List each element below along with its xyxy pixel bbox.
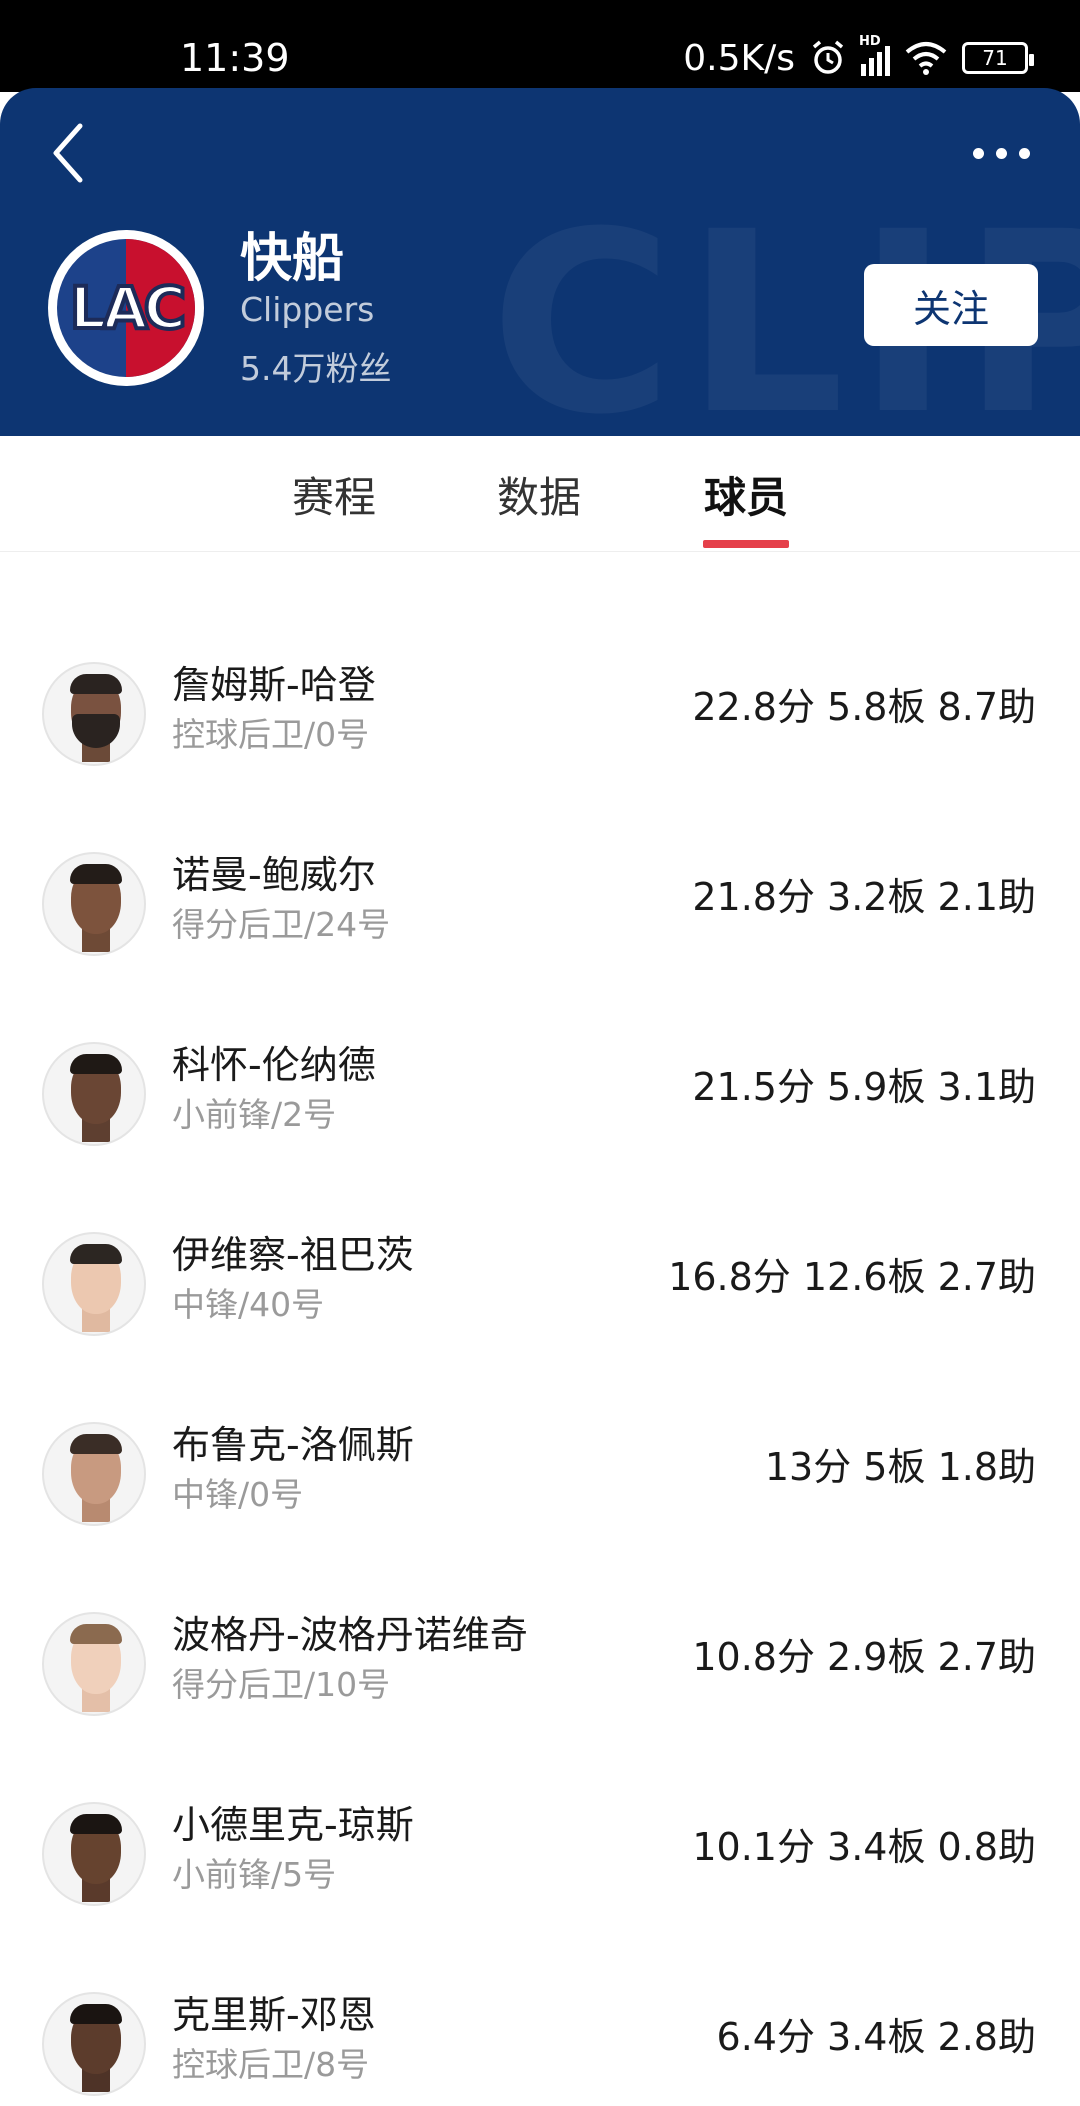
player-name: 科怀-伦纳德 xyxy=(172,1043,376,1087)
player-position: 控球后卫/0号 xyxy=(172,715,370,754)
player-stats: 10.1分 3.4板 0.8助 xyxy=(692,1825,1036,1869)
back-icon[interactable] xyxy=(46,118,102,188)
player-row[interactable]: 布鲁克-洛佩斯 中锋/0号 13分 5板 1.8助 xyxy=(0,1398,1080,1588)
status-bar: 11:39 0.5K/s HD 71 xyxy=(0,0,1080,92)
active-tab-indicator xyxy=(703,540,789,548)
player-avatar xyxy=(42,1422,146,1526)
player-row[interactable]: 科怀-伦纳德 小前锋/2号 21.5分 5.9板 3.1助 xyxy=(0,1018,1080,1208)
more-options-icon[interactable] xyxy=(973,148,1030,168)
status-time: 11:39 xyxy=(180,36,290,80)
player-position: 中锋/0号 xyxy=(172,1475,304,1514)
status-icons: 0.5K/s HD 71 xyxy=(683,34,1034,80)
player-avatar xyxy=(42,1802,146,1906)
signal-indicator: HD xyxy=(859,34,890,76)
player-row[interactable]: 波格丹-波格丹诺维奇 得分后卫/10号 10.8分 2.9板 2.7助 xyxy=(0,1588,1080,1778)
player-position: 控球后卫/8号 xyxy=(172,2045,370,2084)
player-position: 小前锋/2号 xyxy=(172,1095,337,1134)
player-position: 得分后卫/10号 xyxy=(172,1665,391,1704)
network-type-label: HD xyxy=(859,34,881,49)
player-row[interactable]: 伊维察-祖巴茨 中锋/40号 16.8分 12.6板 2.7助 xyxy=(0,1208,1080,1398)
team-name: 快船 xyxy=(240,229,345,289)
player-name: 波格丹-波格丹诺维奇 xyxy=(172,1613,528,1657)
tab-schedule[interactable]: 赛程 xyxy=(292,464,376,525)
tab-stats[interactable]: 数据 xyxy=(497,464,581,525)
alarm-icon xyxy=(812,40,844,74)
player-name: 小德里克-琼斯 xyxy=(172,1803,414,1847)
player-row[interactable]: 诺曼-鲍威尔 得分后卫/24号 21.8分 3.2板 2.1助 xyxy=(0,828,1080,1018)
player-name: 克里斯-邓恩 xyxy=(172,1993,376,2037)
player-stats: 22.8分 5.8板 8.7助 xyxy=(692,685,1036,729)
player-avatar xyxy=(42,1612,146,1716)
player-stats: 6.4分 3.4板 2.8助 xyxy=(716,2015,1036,2059)
network-speed: 0.5K/s xyxy=(683,37,795,79)
tab-bar: 赛程 数据 球员 xyxy=(0,436,1080,552)
fans-count: 5.4万粉丝 xyxy=(240,349,392,388)
player-avatar xyxy=(42,1232,146,1336)
player-row[interactable]: 小德里克-琼斯 小前锋/5号 10.1分 3.4板 0.8助 xyxy=(0,1778,1080,1968)
player-name: 伊维察-祖巴茨 xyxy=(172,1233,414,1277)
player-position: 得分后卫/24号 xyxy=(172,905,391,944)
battery-indicator: 71 xyxy=(962,42,1034,74)
player-stats: 21.8分 3.2板 2.1助 xyxy=(692,875,1036,919)
player-stats: 16.8分 12.6板 2.7助 xyxy=(668,1255,1036,1299)
player-avatar xyxy=(42,1042,146,1146)
player-stats: 10.8分 2.9板 2.7助 xyxy=(692,1635,1036,1679)
team-logo: LAC xyxy=(48,230,204,386)
player-name: 诺曼-鲍威尔 xyxy=(172,853,376,897)
player-stats: 21.5分 5.9板 3.1助 xyxy=(692,1065,1036,1109)
tab-players[interactable]: 球员 xyxy=(704,464,788,525)
player-name: 布鲁克-洛佩斯 xyxy=(172,1423,414,1467)
player-row[interactable]: 詹姆斯-哈登 控球后卫/0号 22.8分 5.8板 8.7助 xyxy=(0,638,1080,828)
wifi-icon xyxy=(905,42,947,75)
player-avatar xyxy=(42,852,146,956)
player-position: 小前锋/5号 xyxy=(172,1855,337,1894)
follow-button[interactable]: 关注 xyxy=(864,264,1038,346)
player-avatar xyxy=(42,662,146,766)
team-name-english: Clippers xyxy=(240,290,375,329)
player-avatar xyxy=(42,1992,146,2096)
player-row[interactable]: 克里斯-邓恩 控球后卫/8号 6.4分 3.4板 2.8助 xyxy=(0,1968,1080,2106)
player-stats: 13分 5板 1.8助 xyxy=(764,1445,1036,1489)
player-list: 詹姆斯-哈登 控球后卫/0号 22.8分 5.8板 8.7助 诺曼-鲍威尔 得分… xyxy=(0,552,1080,2106)
player-position: 中锋/40号 xyxy=(172,1285,325,1324)
player-name: 詹姆斯-哈登 xyxy=(172,663,376,707)
team-header: CLIPPERS LAC 快船 Clippers 5.4万粉丝 关注 xyxy=(0,88,1080,436)
